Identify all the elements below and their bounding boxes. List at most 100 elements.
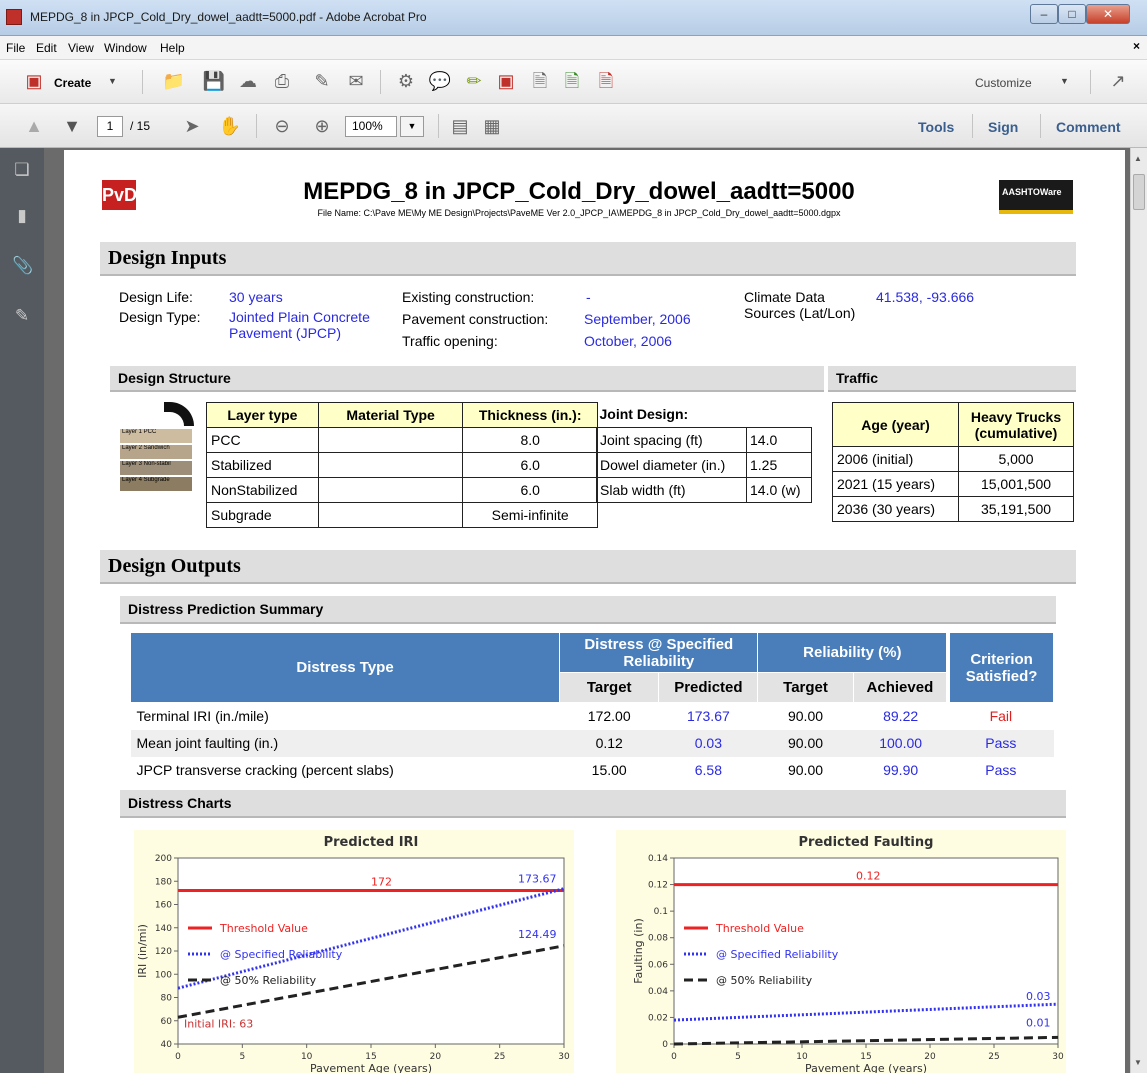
fit-page-icon[interactable]: ▤ xyxy=(448,115,472,137)
sign-tab[interactable]: Sign xyxy=(988,119,1018,135)
vertical-scrollbar[interactable]: ▲ ▼ xyxy=(1130,148,1147,1073)
x-axis-label: Pavement Age (years) xyxy=(310,1062,432,1073)
highlight-icon[interactable]: ✏ xyxy=(462,70,486,92)
col-heavy-trucks: Heavy Trucks (cumulative) xyxy=(958,402,1074,447)
sign-document-icon[interactable]: 🗎 xyxy=(594,70,618,92)
menu-window[interactable]: Window xyxy=(104,41,147,55)
settings-icon[interactable]: ⚙ xyxy=(394,70,418,92)
material-cell xyxy=(317,477,464,503)
previous-page-icon[interactable]: ▲ xyxy=(22,115,46,137)
edit-icon[interactable]: ✎ xyxy=(310,70,334,92)
table-row: 2036 (30 years) 35,191,500 xyxy=(832,496,1074,522)
scroll-down-icon[interactable]: ▼ xyxy=(1134,1058,1142,1067)
document-icon[interactable]: 🗎 xyxy=(528,70,552,92)
main-toolbar: ▣ Create ▼ 📁 💾 ☁ ⎙ ✎ ✉ ⚙ 💬 ✏ ▣ 🗎 🗎 🗎 Cus… xyxy=(0,60,1147,104)
cloud-upload-icon[interactable]: ☁ xyxy=(236,70,260,92)
pavement-construction-label: Pavement construction: xyxy=(402,311,549,327)
scroll-thumb[interactable] xyxy=(1133,174,1145,210)
expand-icon[interactable]: ↗ xyxy=(1106,70,1130,92)
y-tick-label: 0.08 xyxy=(648,934,668,944)
table-row: Slab width (ft) 14.0 (w) xyxy=(596,476,812,503)
navigation-pane: ❏ ▮ 📎 ✎ xyxy=(0,148,44,1073)
zoom-dropdown-icon[interactable]: ▼ xyxy=(400,116,424,137)
thumb-layer: Layer 3 Non-stabil xyxy=(120,461,192,475)
create-pdf-icon[interactable]: ▣ xyxy=(22,70,46,92)
x-tick-label: 25 xyxy=(494,1052,505,1062)
comment-icon[interactable]: 💬 xyxy=(428,70,452,92)
pvd-logo: PvD xyxy=(102,180,137,210)
col-criterion: Criterion Satisfied? xyxy=(946,632,1055,703)
zoom-in-icon[interactable]: ⊕ xyxy=(310,115,334,137)
material-cell xyxy=(317,452,464,478)
next-page-icon[interactable]: ▼ xyxy=(60,115,84,137)
criterion-cell: Fail xyxy=(989,708,1013,725)
y-tick-label: 200 xyxy=(155,854,172,864)
existing-construction-label: Existing construction: xyxy=(402,289,535,305)
acrobat-icon xyxy=(6,9,22,25)
minimize-button[interactable]: – xyxy=(1030,4,1058,24)
menu-file[interactable]: File xyxy=(6,41,25,55)
traffic-table: Age (year) Heavy Trucks (cumulative) 200… xyxy=(832,402,1074,522)
save-icon[interactable]: 💾 xyxy=(202,70,226,92)
close-button[interactable]: ✕ xyxy=(1086,4,1130,24)
bookmarks-icon[interactable]: ▮ xyxy=(12,206,32,226)
table-row: JPCP transverse cracking (percent slabs)… xyxy=(131,757,1054,784)
select-tool-icon[interactable]: ➤ xyxy=(180,115,204,137)
pavement-edge-graphic xyxy=(164,402,194,426)
y-tick-label: 160 xyxy=(155,901,172,911)
layer-type-cell: PCC xyxy=(206,427,319,453)
legend-label: @ 50% Reliability xyxy=(220,974,317,987)
material-cell xyxy=(317,427,464,453)
target-cell: 15.00 xyxy=(591,762,627,778)
page-number-input[interactable]: 1 xyxy=(97,116,123,137)
faulting-chart: Predicted Faulting 0 0.02 0.04 0.06 0.08 0.1 0.… xyxy=(632,835,1064,1073)
climate-data-label-line1: Climate Data xyxy=(744,289,825,305)
export-icon[interactable]: 🗎 xyxy=(560,70,584,92)
redact-icon[interactable]: ▣ xyxy=(494,70,518,92)
x-tick-label: 15 xyxy=(860,1052,871,1062)
maximize-button[interactable]: □ xyxy=(1058,4,1086,24)
fit-width-icon[interactable]: ▦ xyxy=(480,115,504,137)
age-cell: 2021 (15 years) xyxy=(832,471,959,497)
predicted-cell: 6.58 xyxy=(694,762,722,778)
col-group-reliability: Reliability (%) xyxy=(757,632,949,673)
trucks-cell: 15,001,500 xyxy=(958,471,1074,497)
x-tick-label: 5 xyxy=(735,1052,741,1062)
close-document-icon[interactable]: × xyxy=(1133,39,1140,53)
tools-tab[interactable]: Tools xyxy=(918,119,954,135)
y-tick-label: 0.02 xyxy=(648,1013,668,1023)
zoom-out-icon[interactable]: ⊖ xyxy=(270,115,294,137)
comment-tab[interactable]: Comment xyxy=(1056,119,1121,135)
legend-label: @ Specified Reliability xyxy=(716,948,839,961)
col-target: Target xyxy=(559,672,660,703)
report-title: MEPDG_8 in JPCP_Cold_Dry_dowel_aadtt=500… xyxy=(303,178,855,205)
x-tick-label: 30 xyxy=(558,1052,570,1062)
create-button[interactable]: Create xyxy=(54,76,91,90)
design-outputs-heading: Design Outputs xyxy=(100,550,1076,584)
y-axis-label: IRI (in/mi) xyxy=(136,924,149,978)
distress-type-cell: Mean joint faulting (in.) xyxy=(130,729,560,757)
zoom-level-input[interactable]: 100% xyxy=(345,116,397,137)
attachments-icon[interactable]: 📎 xyxy=(12,256,33,276)
signatures-icon[interactable]: ✎ xyxy=(12,306,32,326)
menu-view[interactable]: View xyxy=(68,41,94,55)
material-cell xyxy=(317,502,464,528)
scroll-up-icon[interactable]: ▲ xyxy=(1134,154,1142,163)
hand-tool-icon[interactable]: ✋ xyxy=(218,115,242,137)
menu-help[interactable]: Help xyxy=(160,41,185,55)
aashtoware-logo: AASHTOWare xyxy=(999,180,1073,214)
email-icon[interactable]: ✉ xyxy=(344,70,368,92)
joint-label-cell: Dowel diameter (in.) xyxy=(596,451,747,478)
table-row: PCC 8.0 xyxy=(206,427,598,453)
customize-dropdown-icon[interactable]: ▼ xyxy=(1060,76,1069,86)
navigation-toolbar: ▲ ▼ 1 / 15 ➤ ✋ ⊖ ⊕ 100% ▼ ▤ ▦ Tools Sign… xyxy=(0,104,1147,148)
customize-button[interactable]: Customize xyxy=(975,76,1032,90)
legend-label: @ Specified Reliability xyxy=(220,948,343,961)
y-tick-label: 0.1 xyxy=(654,907,668,917)
create-dropdown-icon[interactable]: ▼ xyxy=(108,76,117,86)
print-icon[interactable]: ⎙ xyxy=(270,70,294,92)
menu-edit[interactable]: Edit xyxy=(36,41,57,55)
page-thumbnails-icon[interactable]: ❏ xyxy=(12,160,32,180)
design-life-value: 30 years xyxy=(229,289,283,305)
open-folder-icon[interactable]: 📁 xyxy=(162,70,186,92)
